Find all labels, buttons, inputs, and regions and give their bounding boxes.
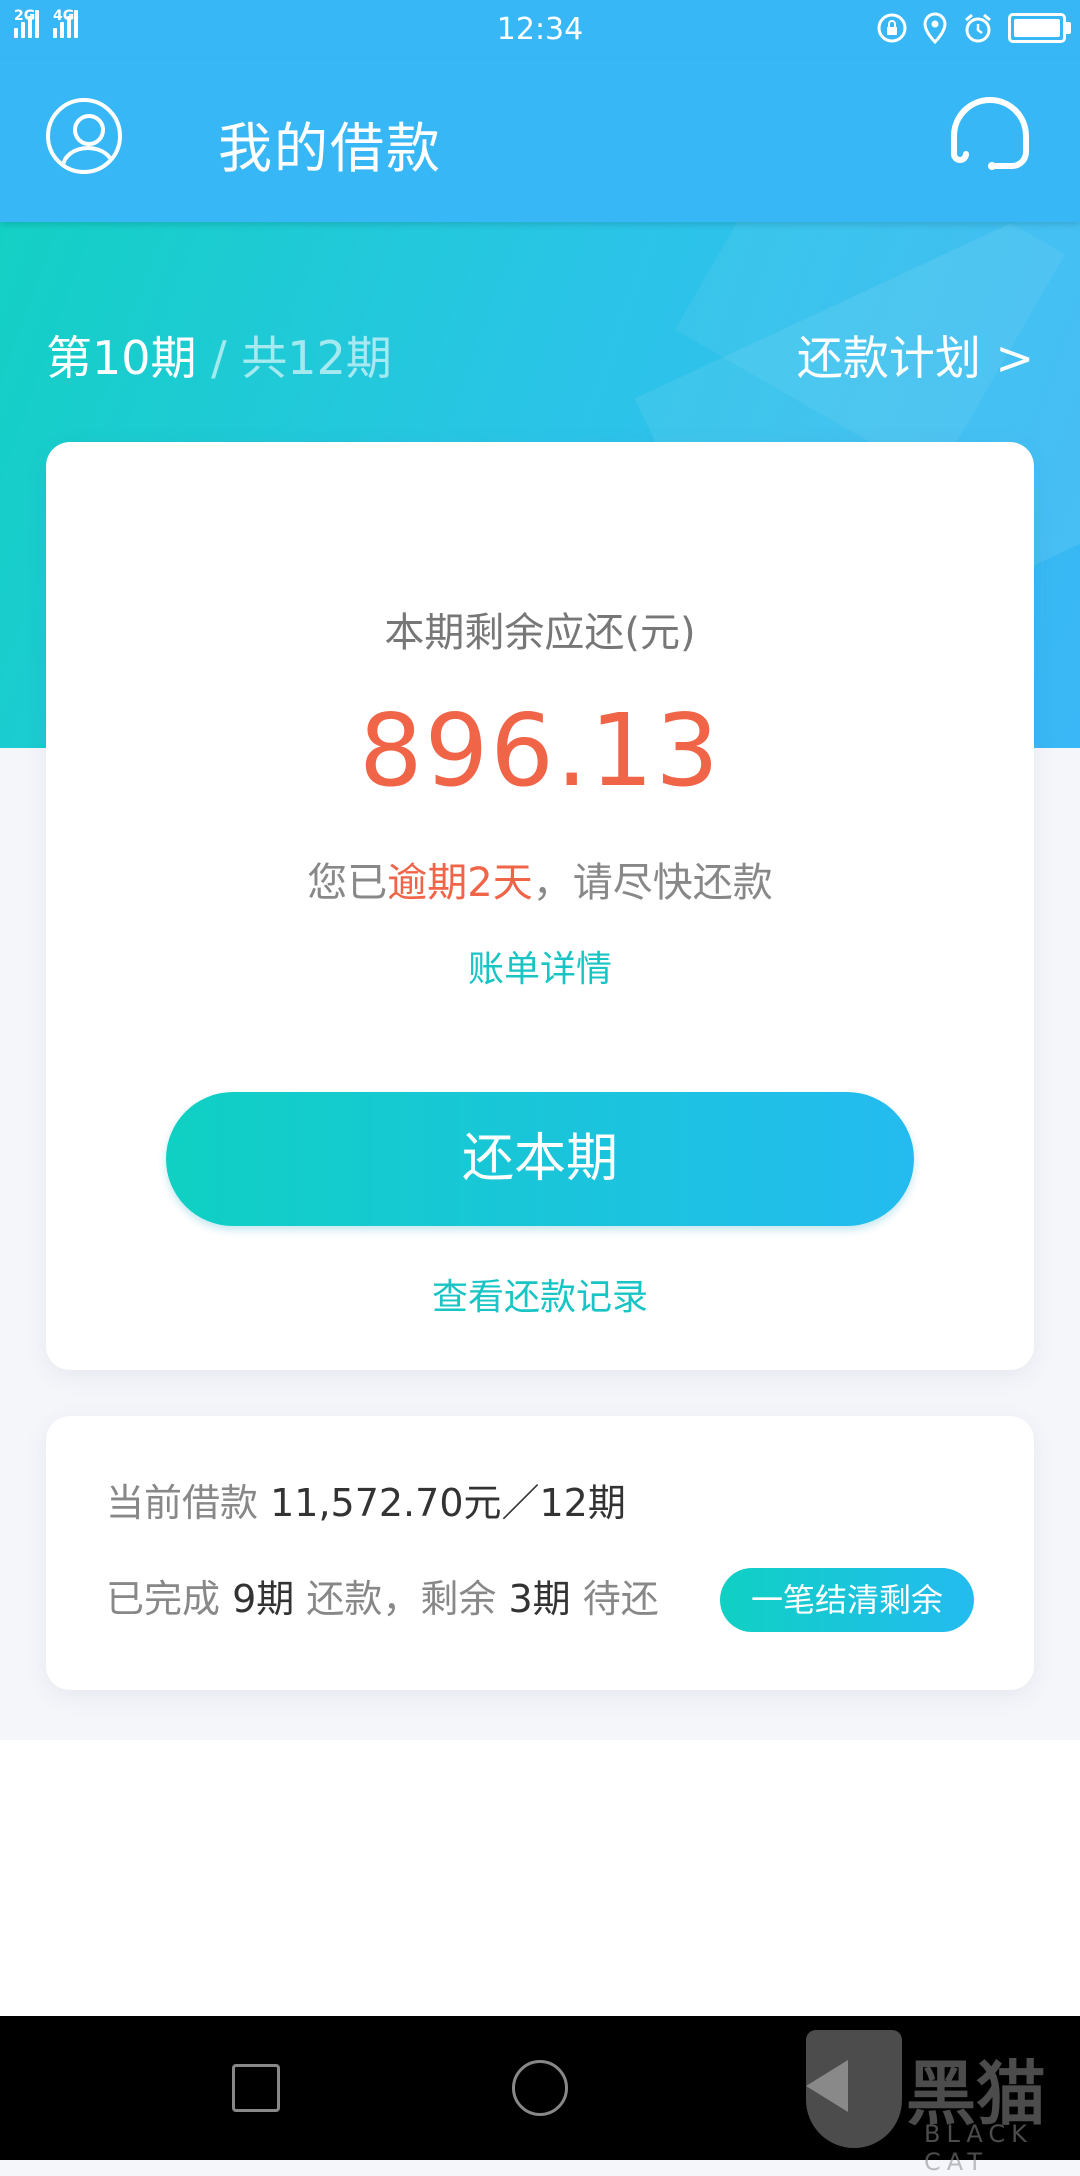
home-icon[interactable] xyxy=(512,2060,568,2116)
due-label: 本期剩余应还(元) xyxy=(384,610,696,656)
watermark-logo: 黑猫 BLACK CAT xyxy=(806,2030,1074,2176)
status-icons xyxy=(876,12,1071,44)
current-loan-line: 当前借款 11,572.70元／12期 xyxy=(106,1481,626,1525)
user-avatar-icon[interactable] xyxy=(46,98,122,174)
current-loan-value: 11,572.70元／12期 xyxy=(270,1481,626,1525)
bill-detail-link[interactable]: 账单详情 xyxy=(46,940,1034,992)
cat-shield-icon xyxy=(806,2030,902,2148)
rotation-lock-icon xyxy=(877,13,907,43)
page-title: 我的借款 xyxy=(218,117,442,180)
repayment-records-link[interactable]: 查看还款记录 xyxy=(46,1268,1034,1320)
current-period: 第10期 xyxy=(46,331,197,385)
status-bar: 2G 4G 12:34 xyxy=(0,0,1080,58)
empty-area xyxy=(0,1740,1080,2016)
period-separator: / xyxy=(196,331,242,385)
location-icon xyxy=(923,12,947,44)
settle-remaining-button[interactable]: 一笔结清剩余 xyxy=(720,1568,974,1632)
progress-line: 已完成 9期 还款，剩余 3期 待还 xyxy=(106,1577,659,1621)
overdue-days: 逾期2天 xyxy=(387,860,533,906)
alarm-icon xyxy=(965,13,991,43)
recents-icon[interactable] xyxy=(232,2064,280,2112)
battery-icon xyxy=(1008,13,1071,43)
repayment-plan-link[interactable]: 还款计划 > xyxy=(797,322,1034,388)
overdue-notice: 您已逾期2天，请尽快还款 xyxy=(307,860,773,906)
total-periods: 共12期 xyxy=(241,331,392,385)
pay-current-period-button[interactable]: 还本期 xyxy=(166,1092,914,1226)
headset-icon[interactable] xyxy=(940,90,1040,190)
due-amount: 896.13 xyxy=(359,692,721,809)
loan-summary-card: 当前借款 11,572.70元／12期 已完成 9期 还款，剩余 3期 待还 一… xyxy=(46,1416,1034,1690)
app-bar: 我的借款 xyxy=(0,58,1080,222)
remaining-periods: 3期 xyxy=(508,1577,571,1621)
due-card: 本期剩余应还(元) 896.13 您已逾期2天，请尽快还款 账单详情 还本期 查… xyxy=(46,442,1034,1370)
period-indicator: 第10期 / 共12期 xyxy=(46,322,392,388)
watermark-subtext: BLACK CAT xyxy=(924,2120,1033,2176)
done-periods: 9期 xyxy=(232,1577,295,1621)
